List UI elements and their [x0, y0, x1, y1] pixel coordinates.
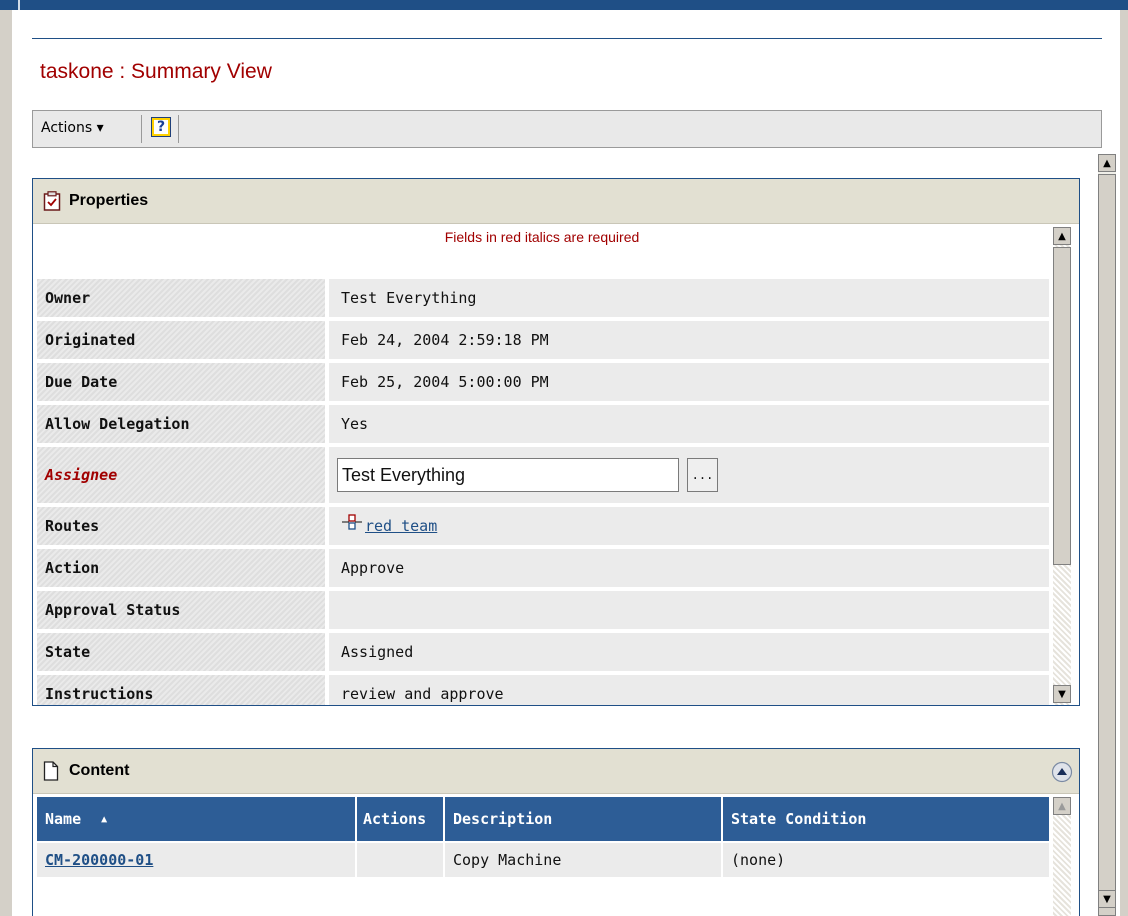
properties-header: Properties: [33, 179, 1079, 224]
property-value: Yes: [329, 405, 1049, 443]
properties-scroll-up[interactable]: ▲: [1053, 227, 1071, 245]
property-label: Approval Status: [37, 591, 325, 629]
right-frame-edge: [1120, 10, 1128, 916]
toolbar: Actions ▾ ?: [32, 110, 1102, 148]
column-header-name[interactable]: Name ▲: [37, 797, 357, 841]
banner-divider: [18, 0, 20, 10]
content-description-cell: Copy Machine: [445, 843, 723, 877]
property-row-allow-delegation: Allow Delegation Yes: [37, 405, 1049, 443]
route-icon: [342, 514, 362, 530]
route-link[interactable]: red team: [365, 517, 437, 535]
left-frame-edge: [0, 10, 12, 916]
properties-scrollbar[interactable]: ▲ ▼: [1053, 227, 1071, 705]
property-label: Action: [37, 549, 325, 587]
properties-scroll-thumb[interactable]: [1053, 247, 1071, 565]
property-label: Routes: [37, 507, 325, 545]
table-row: CM-200000-01 Copy Machine (none): [37, 843, 1049, 877]
property-label: Allow Delegation: [37, 405, 325, 443]
column-header-actions[interactable]: Actions: [357, 797, 445, 841]
property-row-instructions: Instructions review and approve: [37, 675, 1049, 705]
content-header: Content: [33, 749, 1079, 794]
property-value: Test Everything ...: [329, 447, 1049, 503]
property-row-approval-status: Approval Status: [37, 591, 1049, 629]
property-row-owner: Owner Test Everything: [37, 279, 1049, 317]
content-state-condition-cell: (none): [731, 851, 786, 869]
property-row-action: Action Approve: [37, 549, 1049, 587]
page-scrollbar[interactable]: ▲: [1098, 154, 1116, 916]
property-value: Test Everything: [329, 279, 1049, 317]
content-panel: Content Name ▲ Actions Description State…: [32, 748, 1080, 916]
property-value: red team: [329, 507, 1049, 545]
content-actions-cell: [357, 843, 445, 877]
content-scroll-up[interactable]: ▲: [1053, 797, 1071, 815]
clipboard-check-icon: [43, 191, 61, 211]
scroll-down-button[interactable]: ▼: [1098, 890, 1116, 908]
assignee-picker-button[interactable]: ...: [687, 458, 718, 492]
property-label-required: Assignee: [37, 447, 325, 503]
assignee-input[interactable]: Test Everything: [337, 458, 679, 492]
properties-title: Properties: [69, 192, 149, 209]
property-label: Originated: [37, 321, 325, 359]
content-title: Content: [69, 762, 130, 779]
required-fields-note: Fields in red italics are required: [444, 229, 640, 245]
sort-ascending-icon: ▲: [101, 813, 108, 825]
property-value: Feb 25, 2004 5:00:00 PM: [329, 363, 1049, 401]
title-rule: [32, 38, 1102, 39]
property-label: Due Date: [37, 363, 325, 401]
content-scrollbar[interactable]: ▲: [1053, 797, 1071, 916]
scroll-up-button[interactable]: ▲: [1098, 154, 1116, 172]
toolbar-separator: [178, 115, 179, 143]
content-name-cell: CM-200000-01: [37, 843, 357, 877]
scroll-thumb[interactable]: [1098, 174, 1116, 916]
property-label: Instructions: [37, 675, 325, 705]
property-label: State: [37, 633, 325, 671]
property-value: review and approve: [329, 675, 1049, 705]
properties-scroll-down[interactable]: ▼: [1053, 685, 1071, 703]
actions-menu-button[interactable]: Actions ▾: [41, 120, 104, 136]
property-value: Feb 24, 2004 2:59:18 PM: [329, 321, 1049, 359]
page-title: taskone : Summary View: [40, 60, 272, 83]
top-banner: [0, 0, 1128, 10]
property-row-assignee: Assignee Test Everything ...: [37, 447, 1049, 503]
property-value: Approve: [329, 549, 1049, 587]
document-icon: [43, 761, 59, 781]
property-label: Owner: [37, 279, 325, 317]
property-value: [329, 591, 1049, 629]
collapse-up-icon[interactable]: [1051, 761, 1073, 783]
column-header-description[interactable]: Description: [445, 797, 723, 841]
property-row-state: State Assigned: [37, 633, 1049, 671]
column-header-state-condition[interactable]: State Condition: [723, 797, 1049, 841]
properties-panel: Properties Fields in red italics are req…: [32, 178, 1080, 706]
help-icon[interactable]: ?: [151, 117, 171, 137]
content-table-header: Name ▲ Actions Description State Conditi…: [37, 797, 1049, 841]
column-name-label: Name: [45, 810, 82, 828]
content-item-link[interactable]: CM-200000-01: [45, 851, 153, 869]
toolbar-separator: [141, 115, 142, 143]
property-row-due-date: Due Date Feb 25, 2004 5:00:00 PM: [37, 363, 1049, 401]
property-value: Assigned: [329, 633, 1049, 671]
property-row-originated: Originated Feb 24, 2004 2:59:18 PM: [37, 321, 1049, 359]
property-row-routes: Routes red team: [37, 507, 1049, 545]
